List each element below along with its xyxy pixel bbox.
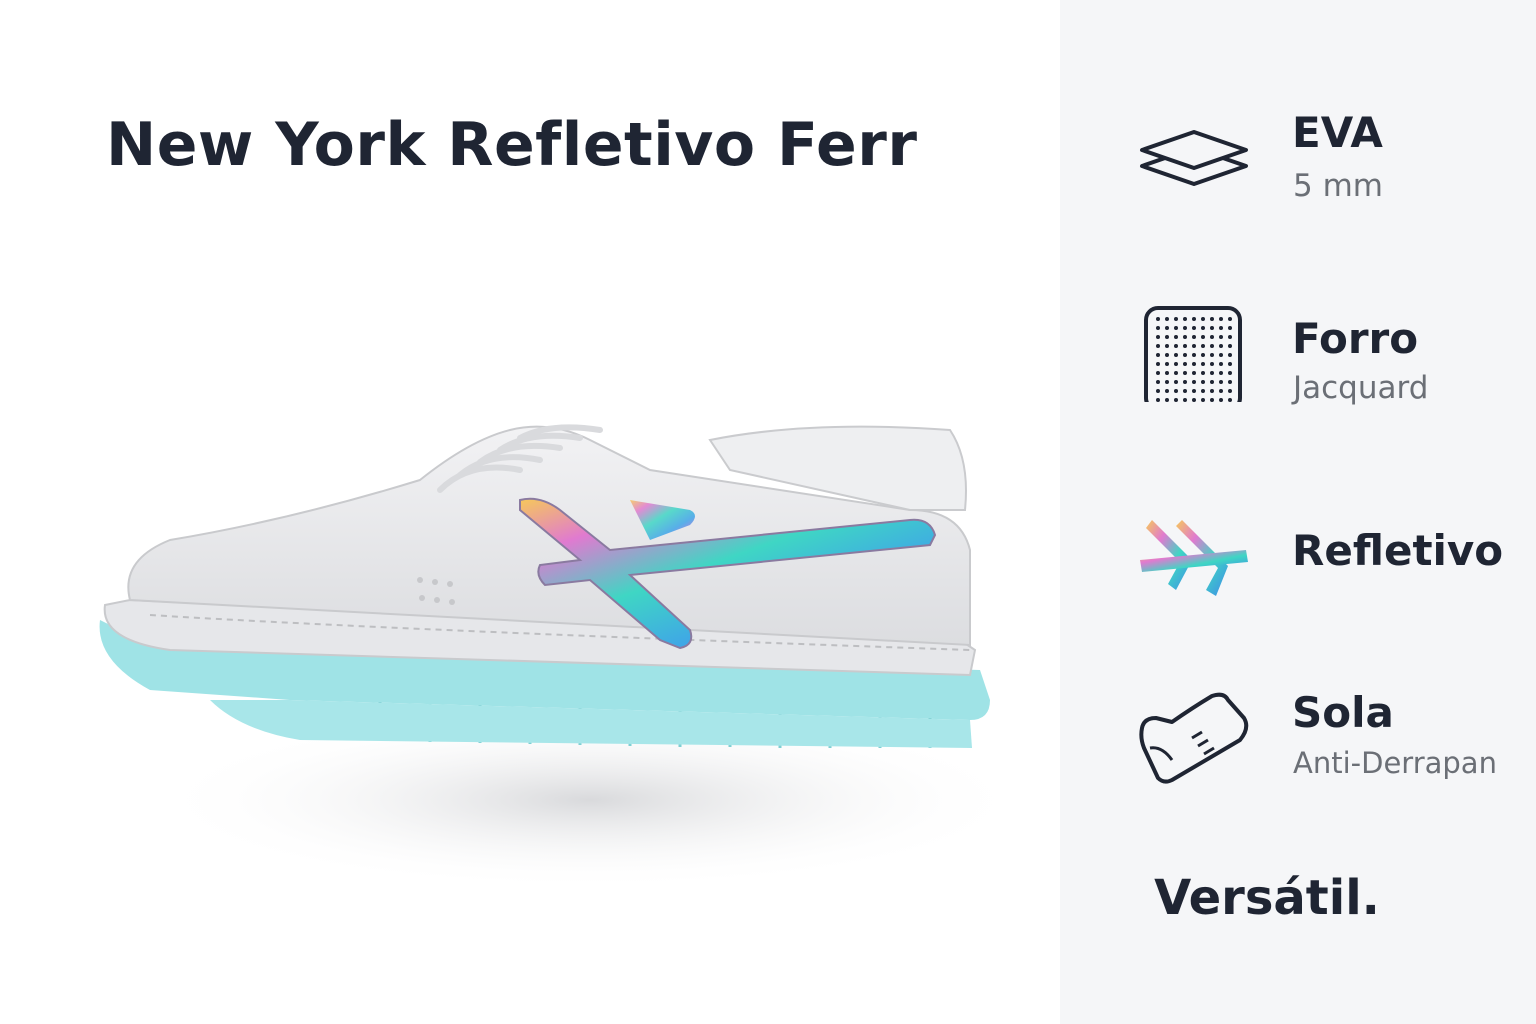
feature-sub: Anti-Derrapan [1293,746,1497,780]
reflective-logo-icon [1132,510,1256,610]
shoe-sole-icon [1132,688,1256,788]
feature-label: Forro [1292,314,1419,363]
sneaker-image [90,400,1050,920]
features-sidebar: EVA 5 mm Forro Jacquard Refletivo Sola A… [1060,0,1536,1024]
feature-sub: Jacquard [1293,370,1429,406]
product-title: New York Refletivo Ferr [106,110,918,180]
feature-sub: 5 mm [1293,168,1383,204]
layers-icon [1132,110,1256,210]
feature-label: Refletivo [1292,526,1504,575]
mesh-fabric-icon [1132,302,1256,402]
tagline: Versátil. [1154,870,1380,926]
feature-label: Sola [1292,688,1394,737]
product-image-area: New York Refletivo Ferr [0,0,1060,1024]
feature-label: EVA [1292,108,1383,157]
